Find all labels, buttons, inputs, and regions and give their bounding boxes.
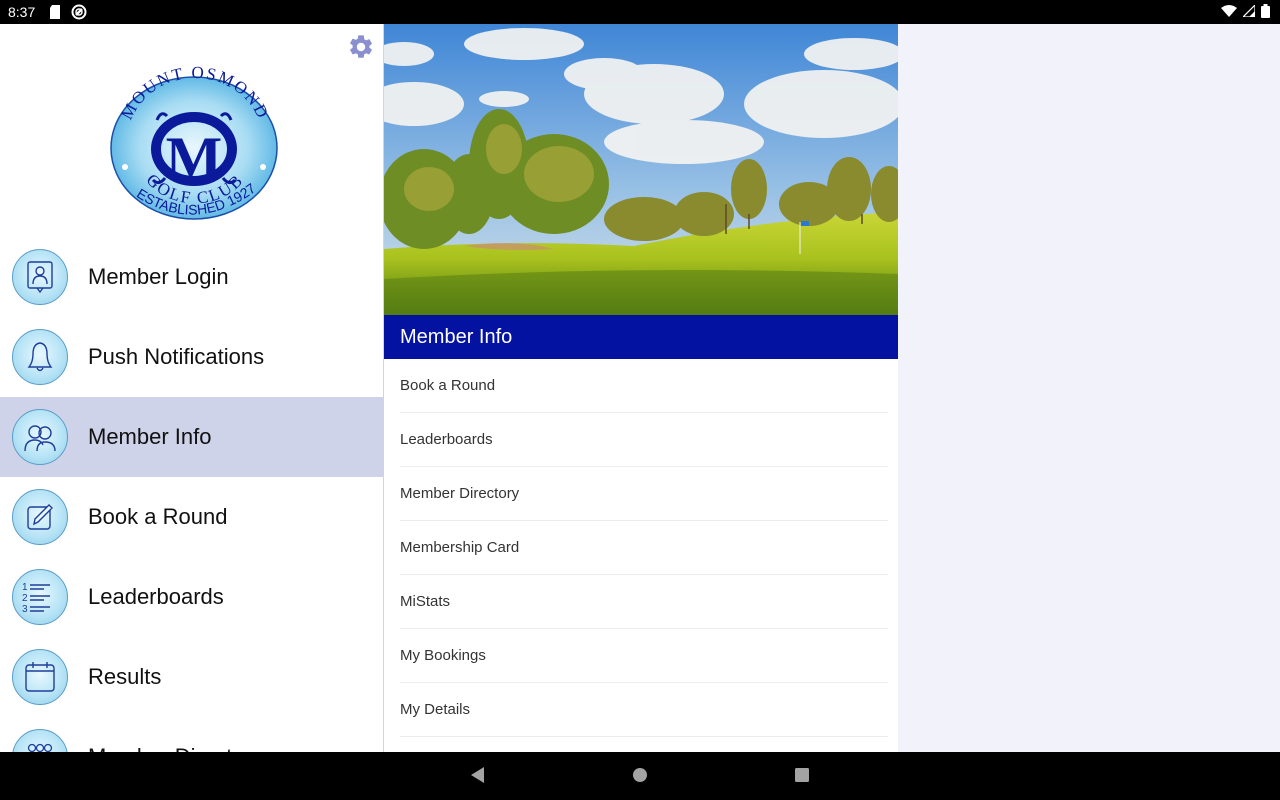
sd-card-icon [49, 5, 61, 19]
recents-button[interactable] [794, 766, 810, 789]
drawer-item-label: Leaderboards [88, 584, 224, 609]
section-header: Member Info [384, 315, 898, 359]
member-login-icon [12, 249, 68, 305]
drawer-item-label: Member Login [88, 264, 229, 289]
status-bar: 8:37 [0, 0, 1280, 24]
hero-image [384, 24, 898, 315]
back-button[interactable] [470, 766, 486, 789]
drawer-item-leaderboards[interactable]: 123 Leaderboards [0, 557, 383, 637]
pencil-icon [12, 489, 68, 545]
recents-icon [795, 768, 809, 782]
list-item-membership-card[interactable]: Membership Card [400, 521, 888, 575]
sync-icon [71, 4, 87, 20]
battery-icon [1261, 3, 1270, 21]
drawer-menu: Member Login Push Notifications Member I… [0, 237, 383, 752]
wifi-icon [1221, 4, 1237, 20]
settings-button[interactable] [346, 32, 376, 62]
drawer-item-label: Results [88, 664, 162, 689]
status-icons [1221, 0, 1270, 24]
svg-text:3: 3 [22, 604, 28, 614]
drawer-item-results[interactable]: Results [0, 637, 383, 717]
list-item-mistats[interactable]: MiStats [400, 575, 888, 629]
group-icon [12, 729, 68, 752]
svg-text:1: 1 [22, 582, 28, 593]
members-icon [12, 409, 68, 465]
system-navigation-bar [0, 752, 1280, 800]
drawer-item-book-a-round[interactable]: Book a Round [0, 477, 383, 557]
member-info-list: Book a Round Leaderboards Member Directo… [384, 359, 898, 737]
list-item-leaderboards[interactable]: Leaderboards [400, 413, 888, 467]
status-time: 8:37 [8, 4, 36, 20]
list-item-my-details[interactable]: My Details [400, 683, 888, 737]
club-logo: MOUNT OSMOND GOLF CLUB M ESTABLISHED 192… [105, 50, 285, 220]
drawer-item-label: Book a Round [88, 504, 228, 529]
home-icon [633, 768, 647, 782]
drawer-item-member-directory[interactable]: Member Directory [0, 717, 383, 752]
home-button[interactable] [632, 766, 648, 789]
content-panel: Member Info Book a Round Leaderboards Me… [384, 24, 898, 752]
cell-signal-icon [1241, 3, 1256, 20]
list-item-member-directory[interactable]: Member Directory [400, 467, 888, 521]
list-item-book-a-round[interactable]: Book a Round [400, 359, 888, 413]
list-item-my-bookings[interactable]: My Bookings [400, 629, 888, 683]
drawer-item-push-notifications[interactable]: Push Notifications [0, 317, 383, 397]
navigation-drawer: MOUNT OSMOND GOLF CLUB M ESTABLISHED 192… [0, 24, 383, 752]
app-container: MOUNT OSMOND GOLF CLUB M ESTABLISHED 192… [0, 24, 1280, 752]
drawer-item-label: Push Notifications [88, 344, 265, 369]
drawer-item-member-info[interactable]: Member Info [0, 397, 383, 477]
bell-icon [12, 329, 68, 385]
drawer-item-label: Member Info [88, 424, 212, 449]
drawer-item-member-login[interactable]: Member Login [0, 237, 383, 317]
back-icon [471, 767, 484, 783]
calendar-icon [12, 649, 68, 705]
numbered-list-icon: 123 [12, 569, 68, 625]
svg-text:2: 2 [22, 593, 28, 604]
gear-icon [350, 35, 372, 58]
drawer-item-label: Member Directory [88, 744, 263, 752]
svg-text:M: M [166, 125, 223, 191]
